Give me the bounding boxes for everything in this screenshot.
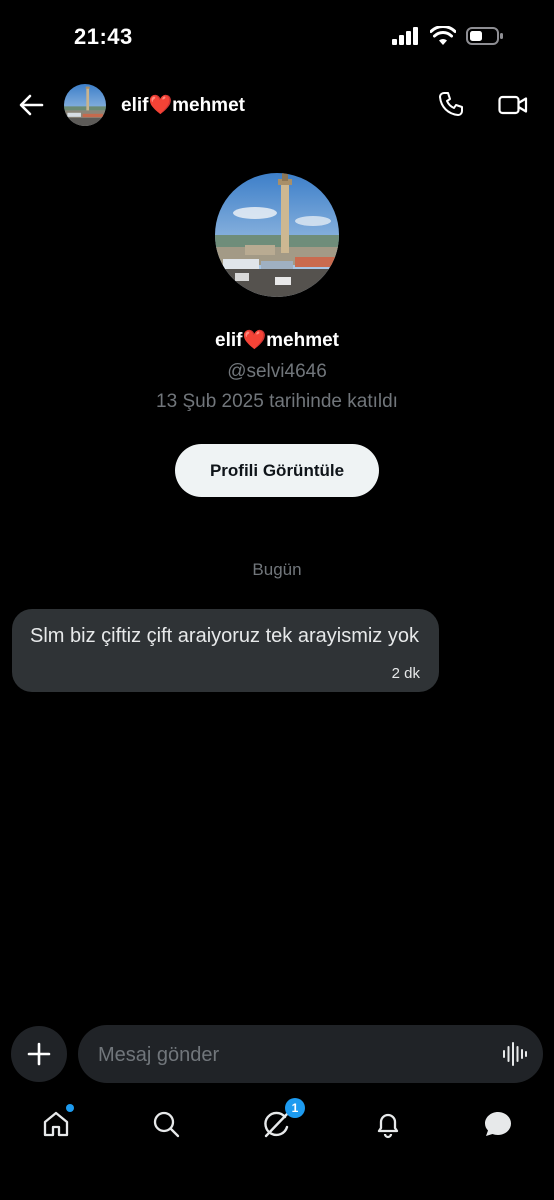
- grok-badge: 1: [285, 1098, 305, 1118]
- header-title[interactable]: elif❤️mehmet: [121, 93, 245, 117]
- avatar-photo-icon: [64, 84, 106, 126]
- day-separator: Bugün: [252, 560, 302, 579]
- tab-messages[interactable]: [482, 1108, 514, 1140]
- profile-name: elif❤️mehmet: [215, 330, 339, 351]
- phone-call-icon[interactable]: [438, 91, 464, 117]
- status-icons: [392, 26, 504, 46]
- cellular-signal-icon: [392, 27, 418, 45]
- message-bubble[interactable]: Slm biz çiftiz çift araiyoruz tek arayis…: [12, 609, 439, 692]
- notifications-icon: [377, 1113, 399, 1139]
- view-profile-button[interactable]: Profili Görüntüle: [175, 444, 379, 497]
- message-time: 2 dk: [391, 665, 420, 682]
- back-arrow-icon[interactable]: [18, 92, 44, 118]
- home-icon: [43, 1111, 69, 1137]
- status-time: 21:43: [74, 24, 133, 49]
- message-input[interactable]: [96, 1025, 490, 1085]
- home-indicator-area: [0, 1150, 554, 1200]
- profile-avatar[interactable]: [215, 173, 339, 297]
- header-avatar[interactable]: [64, 84, 106, 126]
- home-notification-dot: [66, 1104, 74, 1112]
- voice-message-icon[interactable]: [502, 1041, 528, 1067]
- bottom-tab-bar: 1: [0, 1098, 554, 1150]
- tab-home[interactable]: [40, 1104, 74, 1140]
- profile-photo-icon: [215, 173, 339, 297]
- message-text: Slm biz çiftiz çift araiyoruz tek arayis…: [30, 625, 419, 647]
- plus-icon: [27, 1042, 51, 1066]
- profile-joined-date: 13 Şub 2025 tarihinde katıldı: [156, 391, 398, 412]
- conversation-header: elif❤️mehmet: [0, 80, 554, 130]
- messages-icon: [485, 1112, 511, 1136]
- tab-grok[interactable]: 1: [261, 1098, 305, 1140]
- search-icon: [153, 1111, 180, 1138]
- profile-handle: @selvi4646: [227, 361, 327, 382]
- tab-notifications[interactable]: [372, 1108, 404, 1140]
- video-call-icon[interactable]: [498, 92, 528, 118]
- message-composer: [78, 1025, 543, 1085]
- add-media-button[interactable]: [11, 1026, 67, 1082]
- tab-search[interactable]: [150, 1108, 182, 1140]
- battery-icon: [466, 27, 503, 45]
- wifi-icon: [430, 26, 456, 45]
- status-bar: 21:43: [0, 0, 554, 70]
